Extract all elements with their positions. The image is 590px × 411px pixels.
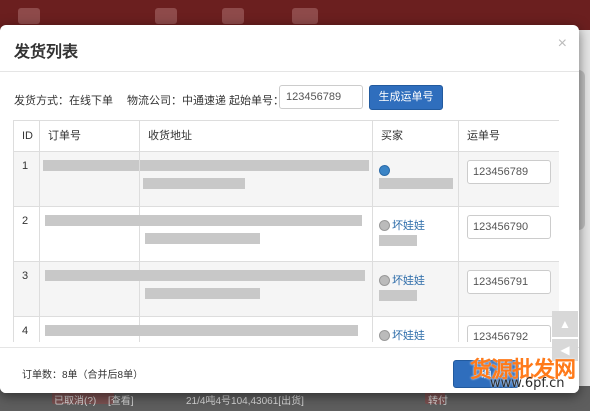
order-number-cell [39,151,140,207]
table-row: 2 坏娃娃 123456790 [13,206,559,262]
tracking-number-input[interactable]: 123456792 [467,325,551,342]
redacted-text [379,290,417,301]
order-number-cell [39,316,140,342]
buyer-avatar-icon[interactable] [379,220,390,231]
header-order-number: 订单号 [39,120,140,152]
redacted-text [145,233,260,244]
row-id: 2 [13,206,40,262]
order-number-cell [39,261,140,317]
table-header-row: ID 订单号 收货地址 买家 运单号 [13,120,559,152]
redacted-text [45,270,140,281]
buyer-name-link[interactable]: 坏娃娃 [392,327,425,342]
header-buyer: 买家 [372,120,459,152]
scroll-top-button[interactable]: ▲ [552,311,578,337]
redacted-text [379,178,453,189]
table-row: 3 坏娃娃 123456791 [13,261,559,317]
generate-tracking-button[interactable]: 生成运单号 [369,85,443,110]
redacted-text [43,160,139,171]
shipping-method-label: 发货方式：在线下单 [14,95,113,107]
header-tracking-number: 运单号 [458,120,559,152]
background-nav-icon [155,8,177,24]
buyer-avatar-icon[interactable] [379,165,390,176]
buyer-name-link[interactable]: 坏娃娃 [392,272,425,288]
redacted-text [143,178,245,189]
buyer-cell [372,151,459,207]
buyer-avatar-icon[interactable] [379,275,390,286]
header-address: 收货地址 [139,120,373,152]
dialog-title: 发货列表 [14,44,79,61]
redacted-text [140,215,362,226]
order-count-text: 订单数：8单（合并后8单） [22,370,144,381]
background-text: 转付 [428,396,448,407]
logistics-company-label: 物流公司：中通速递 [127,95,226,107]
redacted-text [379,235,417,246]
redacted-text [140,160,369,171]
address-cell [139,151,373,207]
address-cell [139,206,373,262]
orders-table: ID 订单号 收货地址 买家 运单号 1 123456789 2 坏娃娃 123… [13,120,559,342]
background-text: 已取消(?) [54,396,97,407]
redacted-text [45,325,140,336]
watermark-url: www.6pf.cn [490,376,565,391]
background-text: [查看] [108,396,134,407]
site-watermark: 货源批发网 www.6pf.cn [470,352,590,397]
background-nav-icon [18,8,40,24]
start-number-label: 起始单号： [229,95,284,107]
dialog-header: 发货列表 × [0,25,579,72]
order-number-cell [39,206,140,262]
row-id: 3 [13,261,40,317]
address-cell [139,261,373,317]
tracking-cell: 123456791 [458,261,559,317]
row-id: 1 [13,151,40,207]
shipping-toolbar: 发货方式：在线下单 物流公司：中通速递 起始单号： 123456789 生成运单… [14,85,554,113]
buyer-cell: 坏娃娃 [372,316,459,342]
buyer-avatar-icon[interactable] [379,330,390,341]
redacted-text [140,270,365,281]
address-cell [139,316,373,342]
buyer-name-link[interactable]: 坏娃娃 [392,217,425,233]
close-icon[interactable]: × [558,35,567,53]
redacted-text [145,288,260,299]
background-nav-icon [292,8,318,24]
redacted-text [140,325,358,336]
header-id: ID [13,120,40,152]
buyer-cell: 坏娃娃 [372,206,459,262]
redacted-text [45,215,140,226]
tracking-cell: 123456789 [458,151,559,207]
table-row: 1 123456789 [13,151,559,207]
shipping-list-dialog: 发货列表 × 发货方式：在线下单 物流公司：中通速递 起始单号： 1234567… [0,25,579,393]
table-row: 4 坏娃娃 123456792 [13,316,559,342]
tracking-number-input[interactable]: 123456790 [467,215,551,239]
row-id: 4 [13,316,40,342]
tracking-cell: 123456792 [458,316,559,342]
buyer-cell: 坏娃娃 [372,261,459,317]
background-nav-icon [222,8,244,24]
tracking-cell: 123456790 [458,206,559,262]
start-number-input[interactable]: 123456789 [279,85,363,109]
tracking-number-input[interactable]: 123456791 [467,270,551,294]
tracking-number-input[interactable]: 123456789 [467,160,551,184]
background-text: 21/4吨4号104,43061[出货] [186,396,304,407]
